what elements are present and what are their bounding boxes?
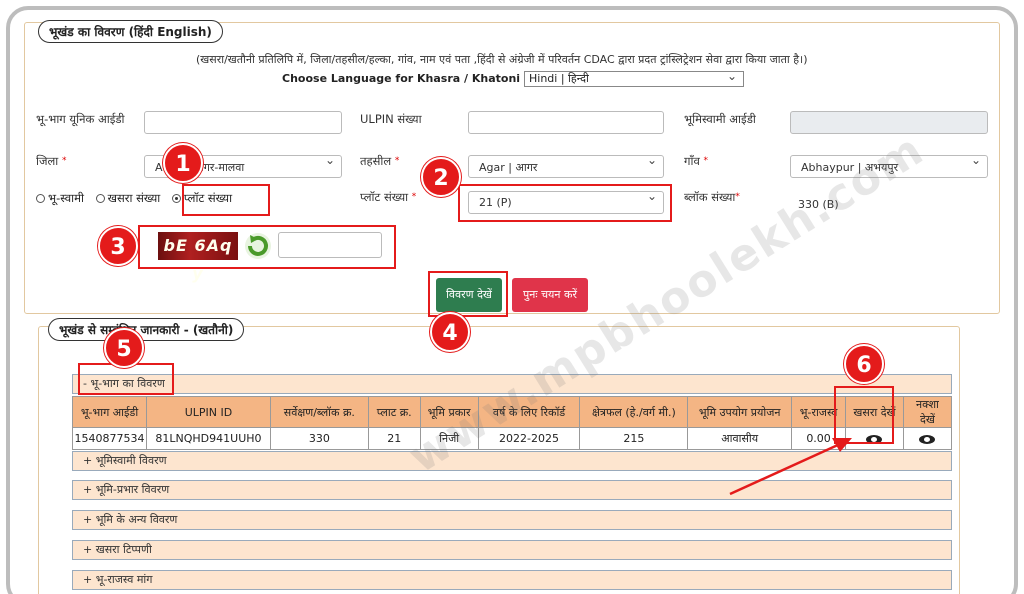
annotation-arrow (729, 438, 852, 496)
